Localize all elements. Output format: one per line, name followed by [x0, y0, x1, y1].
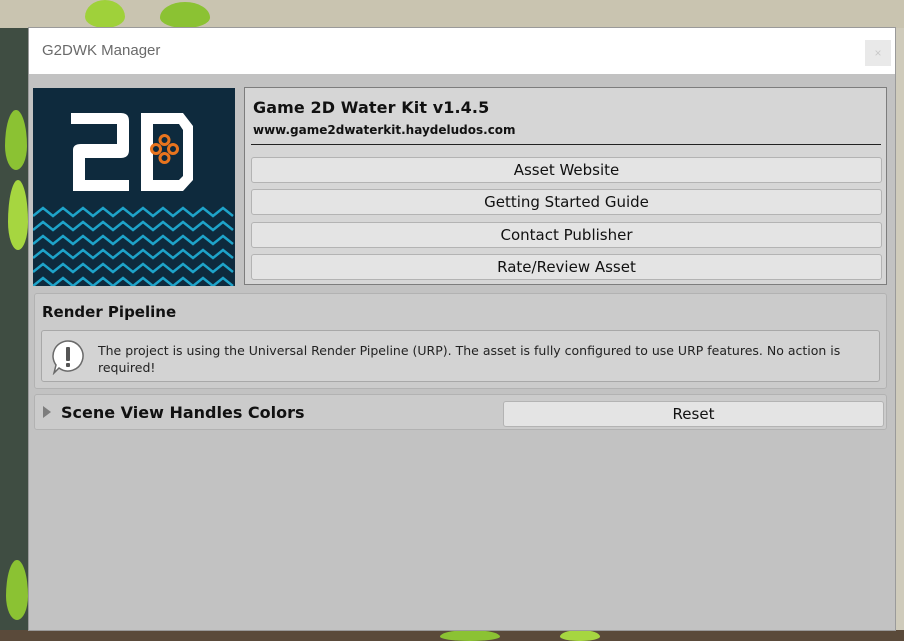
- asset-title: Game 2D Water Kit v1.4.5: [253, 98, 490, 117]
- window-titlebar[interactable]: G2DWK Manager ×: [29, 28, 895, 74]
- window-title: G2DWK Manager: [42, 42, 161, 59]
- scene-top-strip: [0, 0, 904, 28]
- game2d-water-kit-logo-icon: [33, 88, 235, 286]
- asset-info-panel: Game 2D Water Kit v1.4.5 www.game2dwater…: [244, 87, 887, 285]
- asset-logo: [33, 88, 235, 286]
- contact-publisher-button[interactable]: Contact Publisher: [251, 222, 882, 248]
- scene-view-handles-colors-foldout[interactable]: Scene View Handles Colors Reset: [34, 394, 887, 430]
- asset-url: www.game2dwaterkit.haydeludos.com: [253, 123, 516, 137]
- leaf-decoration: [85, 0, 125, 28]
- reset-button[interactable]: Reset: [503, 401, 884, 427]
- rate-review-asset-button[interactable]: Rate/Review Asset: [251, 254, 882, 280]
- foldout-arrow-icon[interactable]: [43, 406, 51, 418]
- scene-view-handles-colors-label[interactable]: Scene View Handles Colors: [61, 403, 305, 422]
- divider: [251, 144, 881, 145]
- manager-window: G2DWK Manager × Game 2D Water Kit v1.4.5…: [29, 28, 895, 630]
- close-button[interactable]: ×: [865, 40, 891, 66]
- render-pipeline-helpbox: The project is using the Universal Rende…: [41, 330, 880, 382]
- leaf-decoration: [560, 630, 600, 641]
- render-pipeline-message: The project is using the Universal Rende…: [98, 343, 841, 375]
- warning-icon: [52, 340, 84, 375]
- leaf-decoration: [160, 2, 210, 28]
- getting-started-guide-button[interactable]: Getting Started Guide: [251, 189, 882, 215]
- render-pipeline-section: Render Pipeline The project is using the…: [34, 293, 887, 389]
- render-pipeline-heading: Render Pipeline: [42, 303, 177, 321]
- leaf-decoration: [440, 630, 500, 641]
- close-icon: ×: [874, 46, 882, 60]
- asset-website-button[interactable]: Asset Website: [251, 157, 882, 183]
- scene-right-strip: [894, 28, 904, 641]
